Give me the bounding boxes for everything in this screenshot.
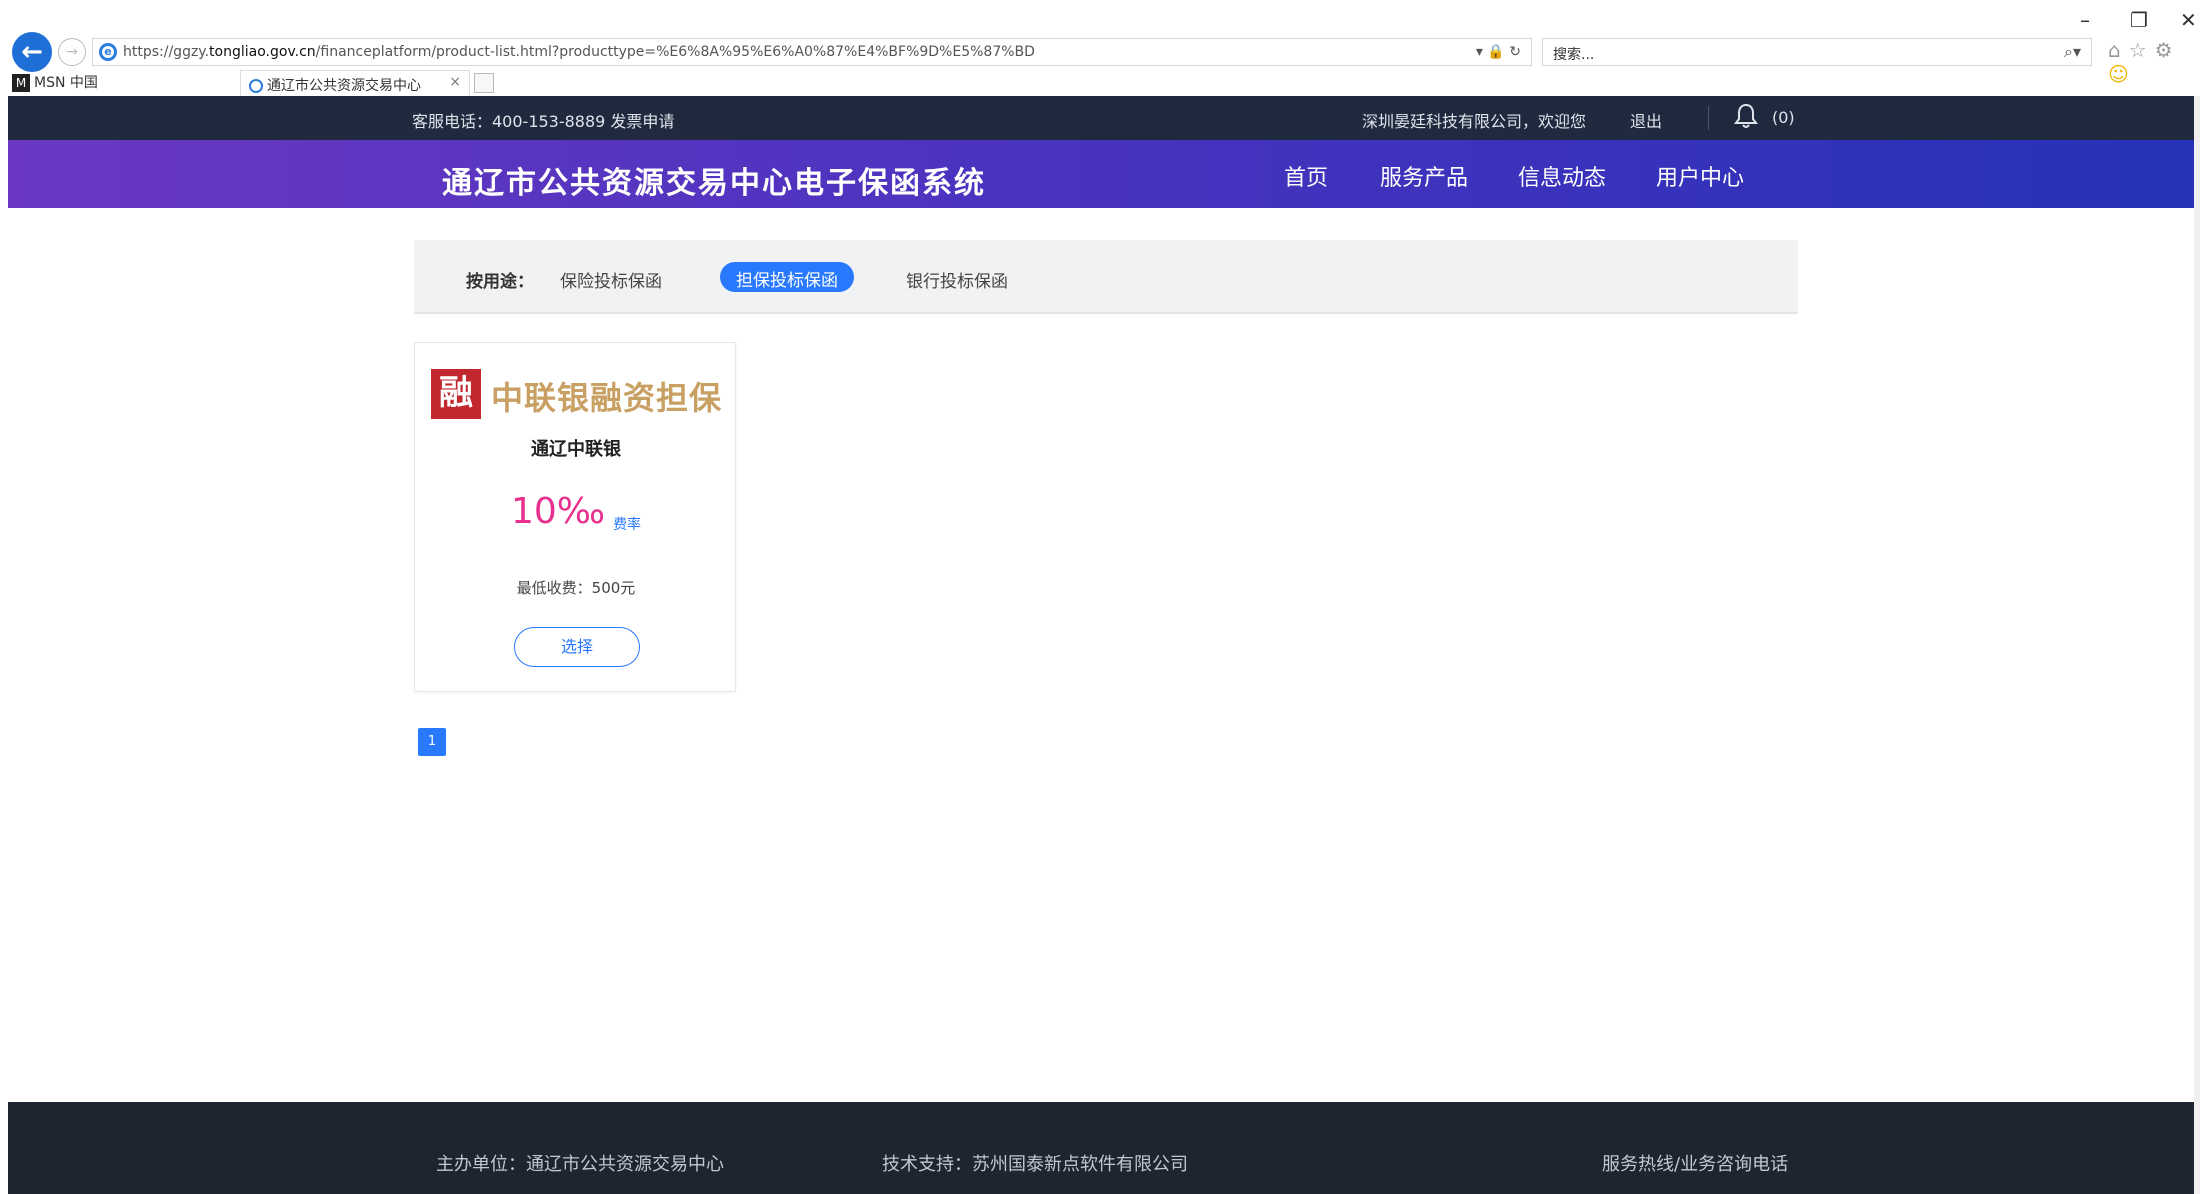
- gear-icon[interactable]: ⚙: [2155, 38, 2181, 62]
- tab-ie-icon: [249, 79, 263, 93]
- notification-count[interactable]: (0): [1772, 108, 1795, 127]
- pagination-page-1[interactable]: 1: [418, 728, 446, 756]
- favorite-label: MSN 中国: [34, 75, 98, 91]
- site-footer: 主办单位：通辽市公共资源交易中心 技术支持：苏州国泰新点软件有限公司 服务热线/…: [8, 1102, 2200, 1194]
- minimum-fee: 最低收费：500元: [516, 579, 636, 597]
- footer-hotline[interactable]: 服务热线/业务咨询电话: [1602, 1150, 1788, 1176]
- rate-value: 10‰: [510, 491, 606, 532]
- new-tab-button[interactable]: [474, 73, 494, 93]
- customer-hotline[interactable]: 客服电话：400-153-8889 发票申请: [412, 108, 674, 132]
- browser-chrome: ← → e https://ggzy.tongliao.gov.cn/finan…: [0, 0, 2207, 96]
- logout-link[interactable]: 退出: [1630, 108, 1662, 132]
- nav-news[interactable]: 信息动态: [1518, 160, 1606, 192]
- logo-seal: 融: [431, 369, 481, 419]
- close-window-button[interactable]: ✕: [2180, 8, 2197, 32]
- site-title[interactable]: 通辽市公共资源交易中心电子保函系统: [442, 158, 986, 202]
- filter-bank-bid-guarantee[interactable]: 银行投标保函: [906, 267, 1008, 292]
- nav-service-products[interactable]: 服务产品: [1380, 160, 1468, 192]
- browser-nav-row: ← → e https://ggzy.tongliao.gov.cn/finan…: [0, 0, 2207, 86]
- site-header: 通辽市公共资源交易中心电子保函系统 首页 服务产品 信息动态 用户中心: [8, 140, 2200, 208]
- nav-home[interactable]: 首页: [1284, 160, 1328, 192]
- ie-logo-icon: e: [99, 43, 117, 61]
- welcome-text: 深圳晏廷科技有限公司，欢迎您: [1362, 112, 1587, 131]
- top-info-bar: 客服电话：400-153-8889 发票申请 深圳晏廷科技有限公司，欢迎您 退出…: [8, 96, 2200, 140]
- page-scrollbar[interactable]: [2194, 96, 2200, 1194]
- logo-text: 中联银融资担保: [491, 379, 723, 417]
- url-path: /financeplatform/product-list.html?produ…: [315, 44, 1035, 60]
- lock-icon[interactable]: 🔒: [1487, 44, 1504, 60]
- restore-button[interactable]: ❐: [2130, 8, 2148, 32]
- refresh-icon[interactable]: ↻: [1509, 44, 1521, 60]
- select-button[interactable]: 选择: [514, 627, 640, 667]
- rate-display: 10‰ 费率: [415, 491, 737, 534]
- purpose-filter-bar: 按用途： 保险投标保函 担保投标保函 银行投标保函: [414, 240, 1798, 314]
- filter-guarantee-bid-guarantee[interactable]: 担保投标保函: [720, 262, 854, 292]
- topbar-divider: [1708, 106, 1709, 130]
- url-text[interactable]: https://ggzy.tongliao.gov.cn/financeplat…: [123, 44, 1035, 60]
- address-tools: ▾ 🔒 ↻: [1476, 44, 1521, 60]
- footer-tech-support: 技术支持：苏州国泰新点软件有限公司: [882, 1154, 1188, 1175]
- browser-tab-active[interactable]: 通辽市公共资源交易中心 ×: [240, 70, 470, 96]
- product-card[interactable]: 融 中联银融资担保 通辽中联银 10‰ 费率 最低收费：500元 选择: [414, 342, 736, 692]
- filter-insurance-bid-guarantee[interactable]: 保险投标保函: [560, 267, 662, 292]
- search-icon[interactable]: ⌕▾: [2064, 42, 2081, 62]
- nav-user-center[interactable]: 用户中心: [1656, 160, 1744, 192]
- home-icon[interactable]: ⌂: [2108, 38, 2129, 62]
- web-page: 客服电话：400-153-8889 发票申请 深圳晏廷科技有限公司，欢迎您 退出…: [8, 96, 2200, 1194]
- tab-close-icon[interactable]: ×: [449, 74, 461, 90]
- footer-sponsor: 主办单位：通辽市公共资源交易中心: [436, 1154, 724, 1175]
- url-prefix: https://ggzy.: [123, 44, 210, 60]
- star-icon[interactable]: ☆: [2129, 38, 2155, 62]
- bell-icon[interactable]: [1733, 102, 1759, 134]
- forward-arrow-icon[interactable]: →: [58, 38, 86, 66]
- address-bar[interactable]: e https://ggzy.tongliao.gov.cn/financepl…: [92, 38, 1532, 66]
- product-name: 通辽中联银: [531, 439, 621, 460]
- back-arrow-icon[interactable]: ←: [12, 32, 52, 72]
- dropdown-icon[interactable]: ▾: [1476, 44, 1483, 60]
- filter-label: 按用途：: [466, 272, 534, 292]
- url-host: tongliao.gov.cn: [209, 44, 316, 60]
- browser-search-input[interactable]: 搜索... ⌕▾: [1542, 38, 2092, 66]
- favorite-msn[interactable]: M MSN 中国: [12, 72, 98, 92]
- rate-label: 费率: [613, 517, 642, 533]
- tab-title: 通辽市公共资源交易中心: [267, 78, 421, 94]
- browser-tab-row: M MSN 中国 通辽市公共资源交易中心 ×: [0, 70, 2207, 96]
- minimize-button[interactable]: –: [2080, 8, 2090, 32]
- search-placeholder: 搜索...: [1553, 47, 1595, 63]
- msn-icon: M: [12, 74, 30, 92]
